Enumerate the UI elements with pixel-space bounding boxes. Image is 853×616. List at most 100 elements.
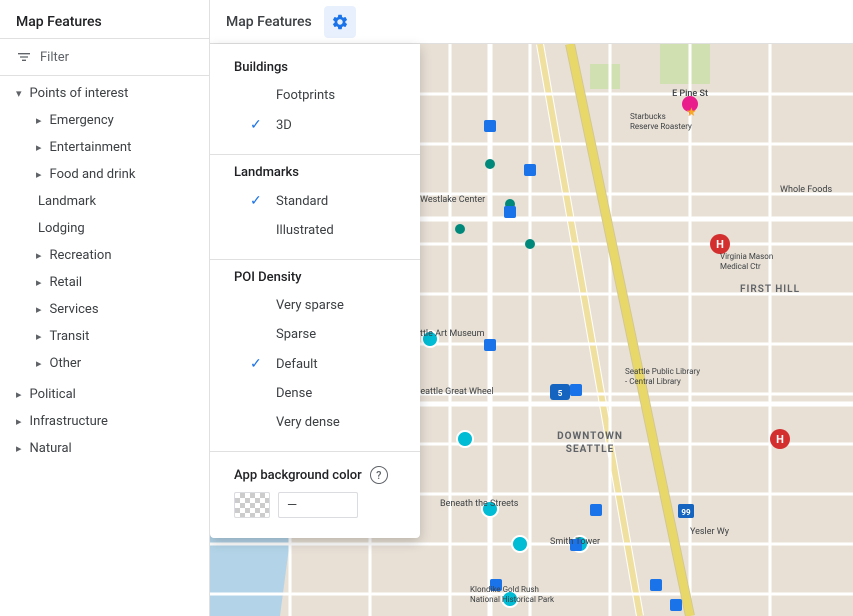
sidebar-item-natural[interactable]: ▸ Natural [0, 435, 209, 462]
sparse-label: Sparse [276, 327, 316, 342]
chevron-right-icon: ▸ [16, 388, 22, 401]
threed-option[interactable]: ✓ 3D [210, 110, 420, 140]
sidebar-item-label: Retail [50, 275, 83, 290]
very-dense-label: Very dense [276, 415, 340, 430]
landmarks-header: Landmarks [210, 161, 420, 186]
footprints-label: Footprints [276, 88, 335, 103]
filter-row[interactable]: Filter [0, 39, 209, 76]
svg-text:5: 5 [558, 389, 563, 398]
svg-text:DOWNTOWN: DOWNTOWN [557, 431, 623, 442]
buildings-section: Buildings Footprints ✓ 3D [210, 56, 420, 148]
sidebar-item-label: Entertainment [50, 140, 132, 155]
svg-text:Beneath the Streets: Beneath the Streets [440, 499, 519, 509]
sidebar-item-label: Natural [30, 441, 72, 456]
svg-text:Klondike Gold Rush: Klondike Gold Rush [470, 585, 539, 594]
dense-option[interactable]: Dense [210, 379, 420, 408]
standard-label: Standard [276, 194, 328, 209]
sidebar-item-label: Lodging [38, 221, 85, 236]
check-icon: ✓ [250, 117, 266, 133]
check-icon: ✓ [250, 356, 266, 372]
app-background-section: App background color ? — [210, 458, 420, 526]
default-option[interactable]: ✓ Default [210, 349, 420, 379]
svg-text:Virginia Mason: Virginia Mason [720, 252, 773, 261]
svg-text:H: H [776, 433, 784, 446]
landmarks-section: Landmarks ✓ Standard Illustrated [210, 161, 420, 253]
svg-text:H: H [716, 238, 724, 251]
gear-icon [331, 13, 349, 31]
footprints-option[interactable]: Footprints [210, 81, 420, 110]
chevron-right-icon: ▸ [36, 357, 42, 370]
sidebar-item-infrastructure[interactable]: ▸ Infrastructure [0, 408, 209, 435]
svg-text:★: ★ [686, 105, 697, 119]
sidebar-item-label: Landmark [38, 194, 96, 209]
svg-text:Reserve Roastery: Reserve Roastery [630, 122, 692, 131]
svg-text:SEATTLE: SEATTLE [566, 444, 614, 455]
dropdown-panel: Buildings Footprints ✓ 3D Landmarks ✓ St… [210, 44, 420, 538]
standard-option[interactable]: ✓ Standard [210, 186, 420, 216]
chevron-right-icon: ▸ [36, 114, 42, 127]
svg-text:99: 99 [681, 508, 691, 517]
svg-text:FIRST HILL: FIRST HILL [740, 284, 800, 295]
svg-text:Yesler Wy: Yesler Wy [690, 527, 730, 537]
sidebar-item-emergency[interactable]: ▸ Emergency [0, 107, 209, 134]
threed-label: 3D [276, 118, 292, 133]
buildings-header: Buildings [210, 56, 420, 81]
sidebar-item-retail[interactable]: ▸ Retail [0, 269, 209, 296]
sidebar-item-label: Other [50, 356, 82, 371]
svg-text:Whole Foods: Whole Foods [780, 185, 832, 195]
chevron-right-icon: ▸ [16, 415, 22, 428]
chevron-right-icon: ▸ [36, 276, 42, 289]
sidebar-item-label: Transit [50, 329, 90, 344]
color-value: — [287, 498, 297, 513]
sidebar-item-label: Recreation [50, 248, 112, 263]
color-swatch[interactable] [234, 492, 270, 518]
sidebar-title: Map Features [0, 0, 209, 39]
check-icon: ✓ [250, 193, 266, 209]
sidebar-item-label: Services [50, 302, 99, 317]
sidebar-item-other[interactable]: ▸ Other [0, 350, 209, 377]
svg-text:Seattle Great Wheel: Seattle Great Wheel [415, 387, 494, 397]
sidebar-item-entertainment[interactable]: ▸ Entertainment [0, 134, 209, 161]
app-background-label: App background color ? [234, 466, 396, 484]
divider-1 [210, 154, 420, 155]
chevron-right-icon: ▸ [36, 303, 42, 316]
help-icon[interactable]: ? [370, 466, 388, 484]
divider-2 [210, 259, 420, 260]
sidebar-item-services[interactable]: ▸ Services [0, 296, 209, 323]
illustrated-label: Illustrated [276, 223, 334, 238]
chevron-right-icon: ▸ [36, 168, 42, 181]
sidebar-item-points-of-interest[interactable]: ▾ Points of interest [0, 80, 209, 107]
sidebar-item-label: Emergency [50, 113, 114, 128]
sidebar-item-landmark[interactable]: Landmark [0, 188, 209, 215]
svg-text:National Historical Park: National Historical Park [470, 595, 555, 604]
illustrated-option[interactable]: Illustrated [210, 216, 420, 245]
settings-button[interactable] [324, 6, 356, 38]
sidebar-item-transit[interactable]: ▸ Transit [0, 323, 209, 350]
sparse-option[interactable]: Sparse [210, 320, 420, 349]
sidebar-item-label: Points of interest [30, 86, 129, 101]
poi-density-header: POI Density [210, 266, 420, 291]
very-sparse-option[interactable]: Very sparse [210, 291, 420, 320]
sidebar: Map Features Filter ▾ Points of interest… [0, 0, 210, 616]
svg-text:- Central Library: - Central Library [625, 377, 681, 386]
toolbar-title: Map Features [226, 14, 312, 30]
sidebar-item-political[interactable]: ▸ Political [0, 381, 209, 408]
sidebar-item-recreation[interactable]: ▸ Recreation [0, 242, 209, 269]
svg-text:Smith Tower: Smith Tower [550, 537, 600, 547]
filter-icon [16, 49, 32, 65]
sidebar-item-food-and-drink[interactable]: ▸ Food and drink [0, 161, 209, 188]
map-area: Map Features [210, 0, 853, 616]
color-input[interactable]: — [278, 492, 358, 518]
filter-label: Filter [40, 50, 69, 65]
chevron-right-icon: ▸ [16, 442, 22, 455]
default-label: Default [276, 357, 318, 372]
sidebar-item-lodging[interactable]: Lodging [0, 215, 209, 242]
chevron-right-icon: ▸ [36, 249, 42, 262]
sidebar-item-label: Food and drink [50, 167, 136, 182]
color-picker-row: — [234, 492, 396, 518]
very-dense-option[interactable]: Very dense [210, 408, 420, 437]
svg-text:Medical Ctr: Medical Ctr [720, 262, 761, 271]
chevron-down-icon: ▾ [16, 87, 22, 100]
very-sparse-label: Very sparse [276, 298, 344, 313]
svg-text:Westlake Center: Westlake Center [420, 195, 485, 205]
